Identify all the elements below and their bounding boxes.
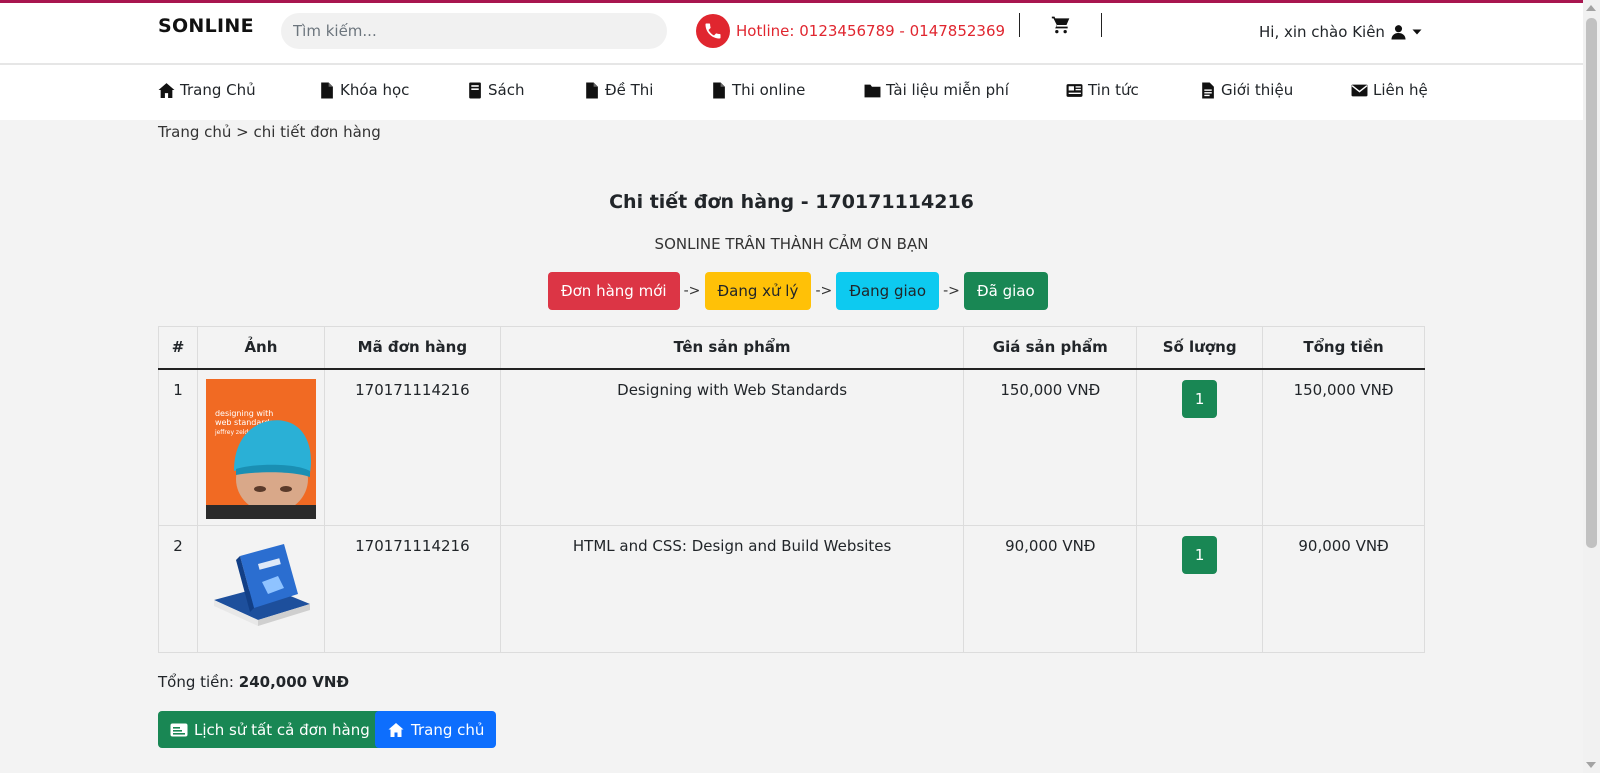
search-input[interactable] <box>281 13 667 49</box>
total-label: Tổng tiền: <box>158 673 234 691</box>
quantity-cell: 1 <box>1136 368 1264 526</box>
order-code: 170171114216 <box>323 525 501 653</box>
order-code: 170171114216 <box>323 368 501 526</box>
nav-label: Giới thiệu <box>1221 81 1294 99</box>
table-row: 1 designing with web standards jeffrey z… <box>158 368 1425 526</box>
column-header: Mã đơn hàng <box>323 326 501 370</box>
home-icon <box>158 82 175 98</box>
page-title: Chi tiết đơn hàng - 170171114216 <box>609 191 974 213</box>
greeting-text: Hi, xin chào Kiên <box>1259 23 1385 41</box>
user-menu[interactable]: Hi, xin chào Kiên <box>1259 23 1422 41</box>
status-processing-badge: Đang xử lý <box>704 272 812 310</box>
quantity-cell: 1 <box>1136 525 1264 653</box>
breadcrumb: Trang chủ > chi tiết đơn hàng <box>158 123 381 141</box>
nav-item-exams[interactable]: Đề Thi <box>583 81 653 99</box>
nav-label: Khóa học <box>340 81 410 99</box>
nav-label: Thi online <box>732 81 806 99</box>
caret-down-icon <box>1412 29 1422 35</box>
table-row: 2 170171114216 HTML and CSS: Design and … <box>158 525 1425 653</box>
main-nav: Trang Chủ Khóa học Sách Đề Thi Thi onlin… <box>0 65 1583 120</box>
nav-label: Tin tức <box>1088 81 1139 99</box>
order-items-table: # Ảnh Mã đơn hàng Tên sản phẩm Giá sản p… <box>158 326 1425 653</box>
order-status-steps: Đơn hàng mới -> Đang xử lý -> Đang giao … <box>548 272 1048 310</box>
nav-label: Sách <box>488 81 525 99</box>
step-arrow: -> <box>943 283 960 299</box>
total-value: 240,000 VNĐ <box>238 673 350 691</box>
hotline-text: Hotline: 0123456789 - 0147852369 <box>736 22 1006 40</box>
nav-label: Tài liệu miễn phí <box>886 81 1009 99</box>
product-image-cell: designing with web standards jeffrey zel… <box>196 368 325 526</box>
file-icon <box>321 82 333 98</box>
product-name[interactable]: Designing with Web Standards <box>499 368 965 526</box>
product-image-cell <box>196 525 325 653</box>
nav-item-online-test[interactable]: Thi online <box>710 81 805 99</box>
file-text-icon <box>1202 82 1214 98</box>
newspaper-icon <box>1066 83 1083 97</box>
book-icon <box>469 82 481 98</box>
status-shipping-badge: Đang giao <box>836 272 940 310</box>
home-button-label: Trang chủ <box>411 720 485 739</box>
column-header: Ảnh <box>196 326 325 370</box>
product-price: 150,000 VNĐ <box>963 368 1138 526</box>
quantity-badge: 1 <box>1182 536 1218 574</box>
order-history-label: Lịch sử tất cả đơn hàng <box>194 720 370 739</box>
row-index: 1 <box>158 368 198 526</box>
step-arrow: -> <box>815 283 833 299</box>
hotline: Hotline: 0123456789 - 0147852369 <box>696 13 1005 49</box>
nav-item-news[interactable]: Tin tức <box>1066 81 1139 99</box>
row-index: 2 <box>158 525 198 653</box>
scroll-up-arrow[interactable] <box>1586 5 1596 11</box>
row-total: 90,000 VNĐ <box>1262 525 1425 653</box>
nav-item-about[interactable]: Giới thiệu <box>1199 81 1293 99</box>
status-delivered-badge: Đã giao <box>964 272 1048 310</box>
column-header: Tổng tiền <box>1262 326 1425 370</box>
row-total: 150,000 VNĐ <box>1262 368 1425 526</box>
nav-item-contact[interactable]: Liên hệ <box>1351 81 1428 99</box>
file-icon <box>586 82 598 98</box>
nav-item-courses[interactable]: Khóa học <box>318 81 409 99</box>
envelope-icon <box>1351 84 1368 96</box>
product-image[interactable]: designing with web standards jeffrey zel… <box>205 378 316 519</box>
file-icon <box>713 82 725 98</box>
phone-icon <box>696 14 730 48</box>
thank-you-text: SONLINE TRÂN THÀNH CẢM ƠN BẠN <box>654 235 929 253</box>
header-divider <box>1019 13 1020 37</box>
step-arrow: -> <box>683 283 701 299</box>
nav-item-home[interactable]: Trang Chủ <box>158 81 256 99</box>
header-divider <box>1101 13 1102 37</box>
user-icon <box>1391 25 1406 40</box>
quantity-badge: 1 <box>1182 379 1218 418</box>
nav-item-books[interactable]: Sách <box>466 81 524 99</box>
header: SONLINE Hotline: 0123456789 - 0147852369… <box>0 3 1583 63</box>
folder-icon <box>864 84 881 97</box>
product-name[interactable]: HTML and CSS: Design and Build Websites <box>499 525 965 653</box>
site-logo[interactable]: SONLINE <box>158 15 254 37</box>
table-header-row: # Ảnh Mã đơn hàng Tên sản phẩm Giá sản p… <box>158 326 1425 370</box>
scroll-down-arrow[interactable] <box>1586 762 1596 768</box>
home-icon <box>388 722 404 737</box>
order-total: Tổng tiền: 240,000 VNĐ <box>158 673 349 691</box>
product-price: 90,000 VNĐ <box>963 525 1138 653</box>
product-image[interactable] <box>206 542 316 628</box>
nav-item-free-docs[interactable]: Tài liệu miễn phí <box>864 81 1009 99</box>
nav-label: Đề Thi <box>605 81 654 99</box>
scrollbar-thumb[interactable] <box>1586 18 1597 548</box>
column-header: Tên sản phẩm <box>499 326 965 370</box>
column-header: Giá sản phẩm <box>963 326 1138 370</box>
nav-label: Trang Chủ <box>180 81 256 99</box>
status-new-badge: Đơn hàng mới <box>548 272 680 310</box>
order-history-button[interactable]: Lịch sử tất cả đơn hàng <box>158 711 382 748</box>
column-header: # <box>158 326 198 370</box>
cart-icon[interactable] <box>1051 15 1073 37</box>
nav-label: Liên hệ <box>1373 81 1428 99</box>
column-header: Số lượng <box>1136 326 1264 370</box>
id-card-icon <box>170 723 188 736</box>
home-button[interactable]: Trang chủ <box>375 711 497 748</box>
scrollbar[interactable] <box>1583 0 1600 773</box>
